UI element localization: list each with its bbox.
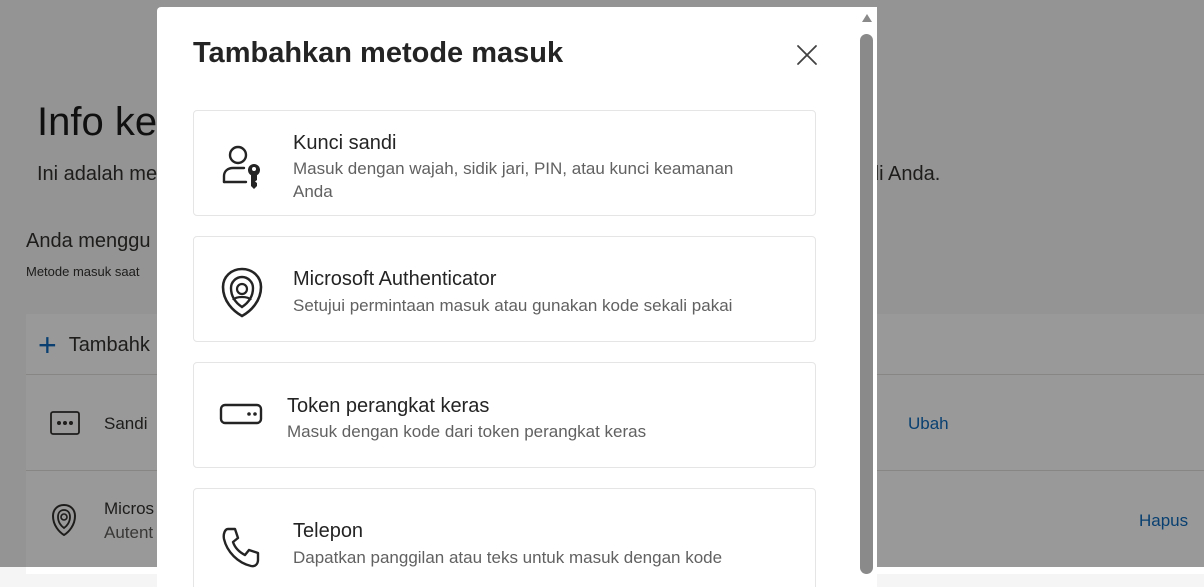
option-title: Telepon — [293, 520, 364, 542]
hardware-token-icon — [218, 399, 266, 447]
option-description: Setujui permintaan masuk atau gunakan ko… — [293, 296, 733, 315]
dialog-title: Tambahkan metode masuk — [193, 37, 564, 69]
option-description: Dapatkan panggilan atau teks untuk masuk… — [293, 548, 723, 567]
option-phone[interactable]: Telepon Dapatkan panggilan atau teks unt… — [193, 488, 816, 587]
close-button[interactable] — [789, 37, 825, 73]
authenticator-icon — [218, 267, 266, 318]
close-icon — [797, 45, 817, 65]
passkey-icon — [218, 142, 266, 190]
option-description: Masuk dengan wajah, sidik jari, PIN, ata… — [293, 159, 734, 201]
option-title: Kunci sandi — [293, 132, 397, 154]
scrollbar-thumb[interactable] — [860, 34, 873, 574]
scroll-up-arrow[interactable] — [860, 10, 874, 26]
phone-icon — [218, 525, 266, 573]
add-method-dialog: Tambahkan metode masuk Kunci sandi Masuk… — [157, 7, 877, 587]
option-title: Token perangkat keras — [287, 395, 490, 417]
option-authenticator[interactable]: Microsoft Authenticator Setujui perminta… — [193, 236, 816, 342]
option-hardware-token[interactable]: Token perangkat keras Masuk dengan kode … — [193, 362, 816, 468]
option-description: Masuk dengan kode dari token perangkat k… — [287, 422, 647, 441]
option-passkey[interactable]: Kunci sandi Masuk dengan wajah, sidik ja… — [193, 110, 816, 216]
option-title: Microsoft Authenticator — [293, 268, 497, 290]
